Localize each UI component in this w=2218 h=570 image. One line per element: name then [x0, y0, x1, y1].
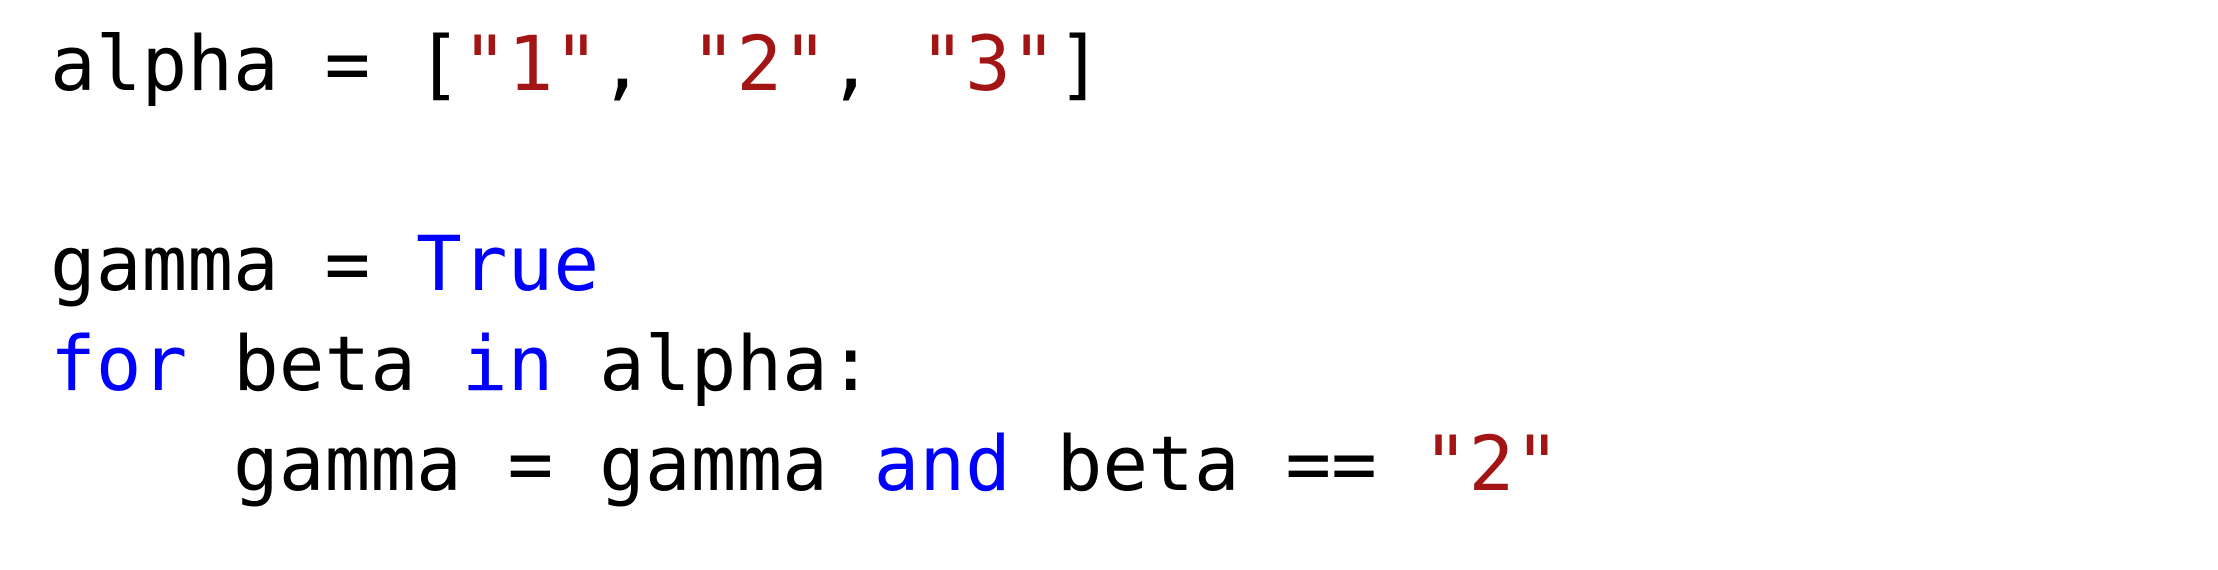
code-line-3: gamma = True — [50, 214, 1560, 314]
code-token: , — [827, 19, 920, 108]
keyword-in: in — [461, 319, 554, 408]
string-literal: "2" — [1422, 419, 1560, 508]
keyword-and: and — [873, 419, 1011, 508]
code-token: , — [599, 19, 691, 108]
code-line-2-blank — [50, 114, 1560, 214]
code-token: alpha: — [553, 319, 874, 408]
code-token: ] — [1056, 19, 1103, 108]
code-line-1: alpha = ["1", "2", "3"] — [50, 14, 1560, 114]
keyword-for: for — [50, 319, 188, 408]
code-line-4: for beta in alpha: — [50, 314, 1560, 414]
code-block: alpha = ["1", "2", "3"] gamma = True for b… — [50, 14, 1560, 514]
string-literal: "1" — [461, 19, 600, 108]
code-token: gamma = — [50, 219, 417, 308]
string-literal: "2" — [690, 19, 828, 108]
code-token: alpha = [ — [50, 19, 462, 108]
string-literal: "3" — [919, 19, 1057, 108]
code-line-5: gamma = gamma and beta == "2" — [50, 414, 1560, 514]
code-token: beta == — [1010, 419, 1423, 508]
code-token: beta — [187, 319, 462, 408]
code-token: gamma = gamma — [50, 419, 874, 508]
keyword-true: True — [416, 219, 600, 308]
